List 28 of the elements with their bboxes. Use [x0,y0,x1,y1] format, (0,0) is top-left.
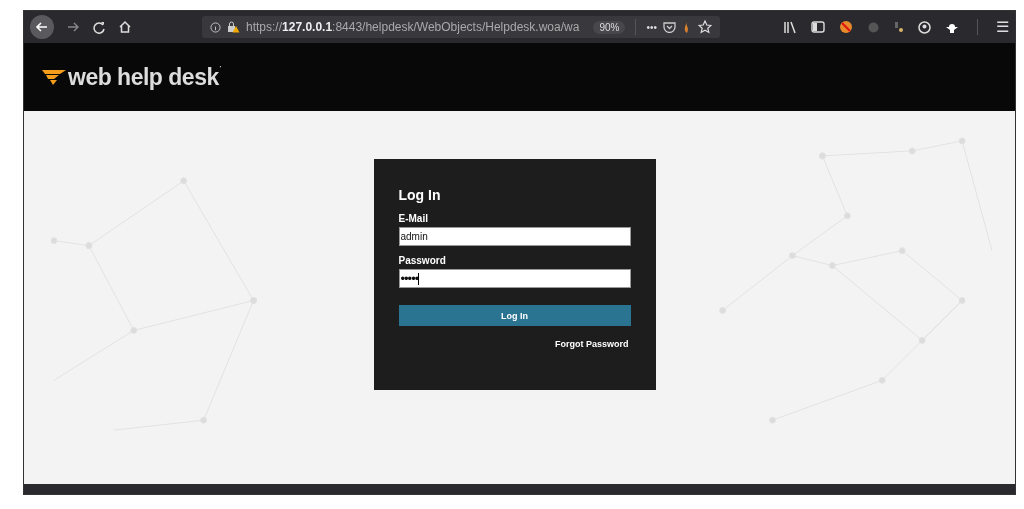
back-button[interactable] [30,15,54,39]
info-icon[interactable] [210,21,221,33]
url-text: https://127.0.0.1:8443/helpdesk/WebObjects/Helpdesk.woa/wa [246,20,581,34]
blocked-fox-icon[interactable] [839,20,853,34]
email-field[interactable]: admin [398,227,631,246]
password-field[interactable]: ••••• [398,269,631,288]
sidebar-icon[interactable] [811,21,825,33]
zoom-badge[interactable]: 90% [593,20,626,34]
wing-logo-icon [42,68,66,86]
forward-icon[interactable] [66,20,80,34]
field-label: E-Mail [398,213,429,224]
forgot-password-link[interactable]: Forgot Password [555,339,629,349]
back-arrow-icon [35,20,49,34]
address-bar[interactable]: https://127.0.0.1:8443/helpdesk/WebObjects/Helpdesk.woa/wa 90% ••• [202,16,720,38]
menu-button[interactable]: ☰ [996,18,1009,36]
login-title: Log In [398,187,442,203]
pocket-icon[interactable] [663,21,676,33]
logo-mark: · [218,61,223,72]
home-icon[interactable] [118,20,132,34]
library-icon[interactable] [783,20,797,34]
warning-lock-icon[interactable] [227,21,240,33]
logo-text: web help desk [68,63,219,91]
star-icon[interactable] [698,20,712,34]
login-button[interactable]: Log In [398,305,631,326]
account-icon[interactable] [918,20,931,34]
more-actions-button[interactable]: ••• [646,21,657,33]
reload-icon[interactable] [92,20,106,34]
field-label: Password [398,255,447,266]
